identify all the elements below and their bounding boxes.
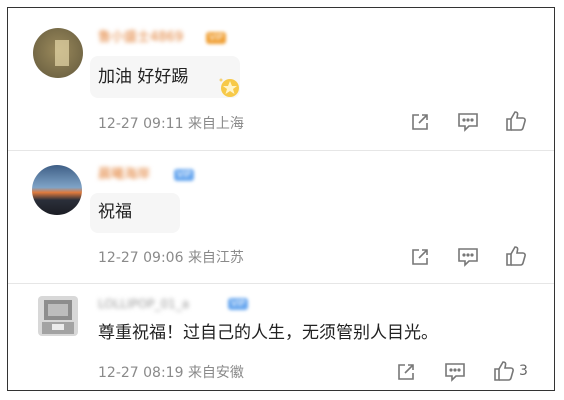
vip-badge: VIP xyxy=(174,169,195,181)
comment-text: 祝福 xyxy=(98,202,132,222)
comment-text: 尊重祝福！过自己的人生，无须管别人目光。 xyxy=(98,323,438,343)
share-icon[interactable] xyxy=(396,362,416,382)
like-icon xyxy=(505,245,527,267)
like-button[interactable] xyxy=(505,110,531,132)
comment-item: LOLLIPOP_01_a VIP 尊重祝福！过自己的人生，无须管别人目光。 1… xyxy=(8,284,554,390)
like-button[interactable] xyxy=(505,245,531,267)
comment-icon[interactable] xyxy=(457,247,479,267)
comment-text: 加油 好好踢 xyxy=(98,67,189,87)
share-icon[interactable] xyxy=(410,247,430,267)
username[interactable]: 鲁小盛士4869 xyxy=(98,30,183,46)
comment-time: 12-27 08:19 来自安徽 xyxy=(98,365,244,381)
comment-location: 来自安徽 xyxy=(187,365,244,381)
avatar[interactable] xyxy=(32,165,82,215)
like-button[interactable]: 3 xyxy=(493,360,528,382)
comment-icon[interactable] xyxy=(444,362,466,382)
avatar[interactable] xyxy=(33,28,83,78)
like-icon xyxy=(493,360,515,382)
comment-time: 12-27 09:06 来自江苏 xyxy=(98,250,244,266)
share-icon[interactable] xyxy=(410,112,430,132)
comment-location: 来自江苏 xyxy=(187,250,244,266)
username[interactable]: LOLLIPOP_01_a xyxy=(98,296,189,312)
comment-icon[interactable] xyxy=(457,112,479,132)
comment-list: 鲁小盛士4869 VIP 加油 好好踢 12-27 09:11 来自上海 晨曦海… xyxy=(7,7,555,391)
comment-time: 12-27 09:11 来自上海 xyxy=(98,116,244,132)
gold-badge-icon xyxy=(218,76,242,102)
vip-badge: VIP xyxy=(228,298,249,310)
like-icon xyxy=(505,110,527,132)
avatar[interactable] xyxy=(38,296,78,336)
username[interactable]: 晨曦海岸 xyxy=(98,167,150,183)
comment-item: 鲁小盛士4869 VIP 加油 好好踢 12-27 09:11 来自上海 xyxy=(8,8,554,150)
like-count: 3 xyxy=(519,363,528,379)
comment-location: 来自上海 xyxy=(187,116,244,132)
comment-item: 晨曦海岸 VIP 祝福 12-27 09:06 来自江苏 xyxy=(8,151,554,283)
vip-badge: VIP xyxy=(206,32,227,44)
